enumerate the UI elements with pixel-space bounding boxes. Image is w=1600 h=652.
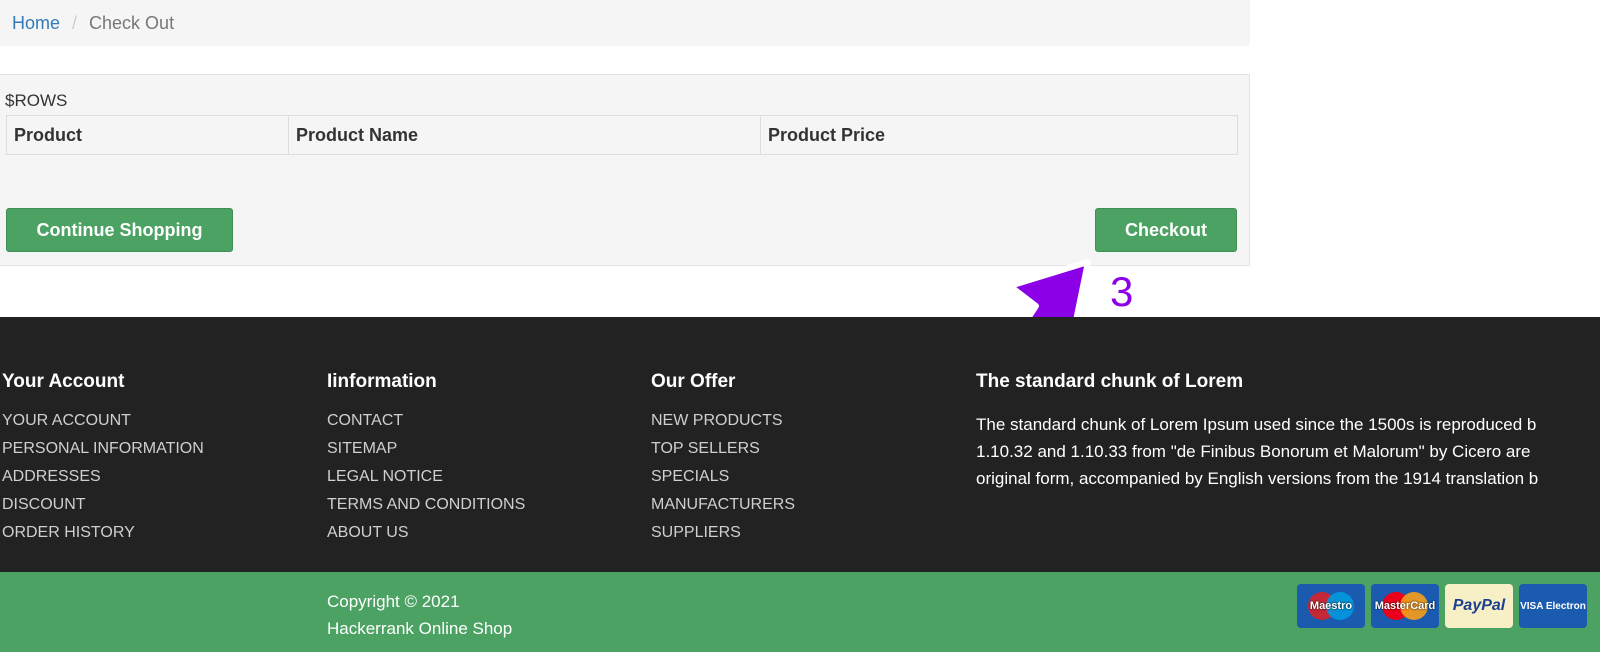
footer-link-order-history[interactable]: ORDER HISTORY [2,523,204,551]
footer-column-lorem: The standard chunk of Lorem The standard… [976,371,1600,492]
breadcrumb-separator: / [72,12,78,33]
footer-link-suppliers[interactable]: SUPPLIERS [651,523,795,551]
paypal-icon: PayPal [1445,584,1513,628]
footer-heading-information: Iinformation [327,371,437,392]
footer-link-specials[interactable]: SPECIALS [651,467,795,495]
visa-electron-icon: VISA Electron [1519,584,1587,628]
paypal-label: PayPal [1452,597,1506,614]
payment-methods: Maestro MasterCard PayPal VISA Electron [1297,584,1587,628]
copyright: Copyright © 2021 Hackerrank Online Shop [327,588,512,642]
footer-bottom-bar: Copyright © 2021 Hackerrank Online Shop … [0,572,1600,652]
breadcrumb-current: Check Out [89,12,175,33]
footer-link-contact[interactable]: CONTACT [327,411,525,439]
checkout-button[interactable]: Checkout [1095,208,1237,252]
annotation-number: 3 [1110,268,1134,315]
footer-lorem-line: original form, accompanied by English ve… [976,469,1539,488]
maestro-icon: Maestro [1297,584,1365,628]
cart-panel: $ROWS Product Product Name Product Price… [0,74,1250,266]
copyright-line: Copyright © 2021 [327,592,460,611]
footer-column-information: Iinformation CONTACT SITEMAP LEGAL NOTIC… [327,371,525,551]
footer-heading-your-account: Your Account [2,371,125,392]
rows-placeholder: $ROWS [5,91,68,110]
footer-link-terms[interactable]: TERMS AND CONDITIONS [327,495,525,523]
cart-table: Product Product Name Product Price [6,115,1238,155]
footer-link-legal-notice[interactable]: LEGAL NOTICE [327,467,525,495]
footer-heading-lorem: The standard chunk of Lorem [976,371,1244,392]
footer-column-our-offer: Our Offer NEW PRODUCTS TOP SELLERS SPECI… [651,371,795,551]
column-header-product-name: Product Name [288,115,761,155]
footer-lorem-line: 1.10.32 and 1.10.33 from "de Finibus Bon… [976,442,1531,461]
footer-link-personal-information[interactable]: PERSONAL INFORMATION [2,439,204,467]
footer-link-new-products[interactable]: NEW PRODUCTS [651,411,795,439]
footer-link-top-sellers[interactable]: TOP SELLERS [651,439,795,467]
footer-column-your-account: Your Account YOUR ACCOUNT PERSONAL INFOR… [2,371,204,551]
mastercard-icon: MasterCard [1371,584,1439,628]
visa-electron-label: VISA Electron [1520,600,1586,612]
continue-shopping-button[interactable]: Continue Shopping [6,208,233,252]
footer-lorem-line: The standard chunk of Lorem Ipsum used s… [976,415,1537,434]
maestro-label: Maestro [1309,600,1353,612]
breadcrumb-home-link[interactable]: Home [12,13,60,34]
footer-link-sitemap[interactable]: SITEMAP [327,439,525,467]
footer-link-discount[interactable]: DISCOUNT [2,495,204,523]
copyright-shop-name: Hackerrank Online Shop [327,619,513,638]
footer-link-addresses[interactable]: ADDRESSES [2,467,204,495]
footer-link-manufacturers[interactable]: MANUFACTURERS [651,495,795,523]
breadcrumb: Home / Check Out [0,0,1250,46]
column-header-product: Product [6,115,289,155]
mastercard-label: MasterCard [1374,600,1436,612]
footer-heading-our-offer: Our Offer [651,371,736,392]
column-header-product-price: Product Price [768,124,886,145]
footer: Your Account YOUR ACCOUNT PERSONAL INFOR… [0,317,1600,572]
footer-link-your-account[interactable]: YOUR ACCOUNT [2,411,204,439]
footer-link-about-us[interactable]: ABOUT US [327,523,525,551]
cart-table-header-row: Product Product Name Product Price [6,115,1238,155]
